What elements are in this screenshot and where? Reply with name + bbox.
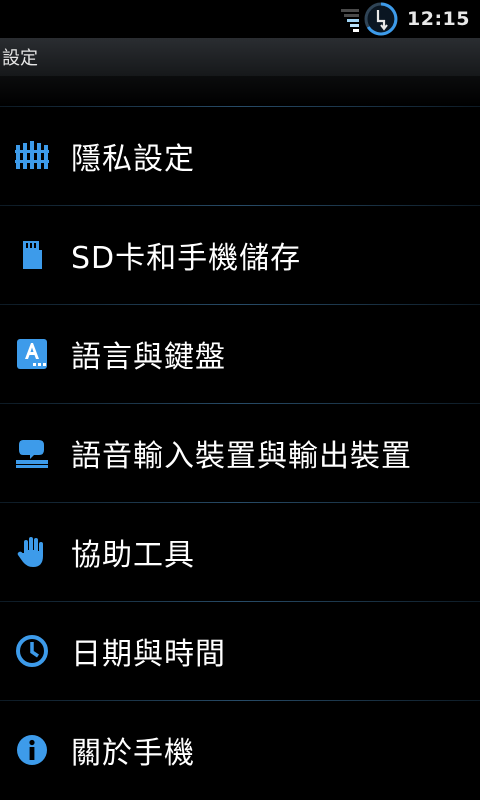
- settings-item-label: 語言與鍵盤: [71, 340, 226, 375]
- fence-icon: [15, 139, 49, 173]
- status-bar: 12:15: [0, 0, 480, 38]
- sd-card-icon: [15, 238, 49, 272]
- settings-item-storage[interactable]: SD卡和手機儲存: [0, 206, 480, 304]
- settings-item-label: 關於手機: [71, 736, 195, 771]
- settings-item-privacy[interactable]: 隱私設定: [0, 107, 480, 205]
- settings-list: 隱私設定 SD卡和手機儲存 語言與鍵盤 語音輸入裝置與輸出裝置 協助工具 日期與…: [0, 106, 480, 799]
- settings-item-accessibility[interactable]: 協助工具: [0, 503, 480, 601]
- charging-battery-icon: [363, 1, 399, 37]
- settings-item-date-time[interactable]: 日期與時間: [0, 602, 480, 700]
- settings-item-about-phone[interactable]: 關於手機: [0, 701, 480, 799]
- title-shadow: [0, 76, 480, 106]
- voice-input-icon: [15, 436, 49, 470]
- settings-item-language-keyboard[interactable]: 語言與鍵盤: [0, 305, 480, 403]
- page-title: 設定: [2, 48, 38, 69]
- settings-item-label: 隱私設定: [71, 142, 195, 177]
- status-icons: 12:15: [335, 0, 470, 38]
- settings-item-label: 語音輸入裝置與輸出裝置: [71, 439, 412, 474]
- language-keyboard-icon: [15, 337, 49, 371]
- status-clock: 12:15: [407, 8, 470, 30]
- hand-icon: [15, 535, 49, 569]
- info-icon: [15, 733, 49, 767]
- signal-bars-icon: [335, 6, 360, 32]
- title-bar: 設定: [0, 38, 480, 76]
- settings-item-label: SD卡和手機儲存: [71, 241, 302, 276]
- settings-item-label: 日期與時間: [71, 637, 226, 672]
- settings-item-label: 協助工具: [71, 538, 195, 573]
- clock-icon: [15, 634, 49, 668]
- settings-item-voice-io[interactable]: 語音輸入裝置與輸出裝置: [0, 404, 480, 502]
